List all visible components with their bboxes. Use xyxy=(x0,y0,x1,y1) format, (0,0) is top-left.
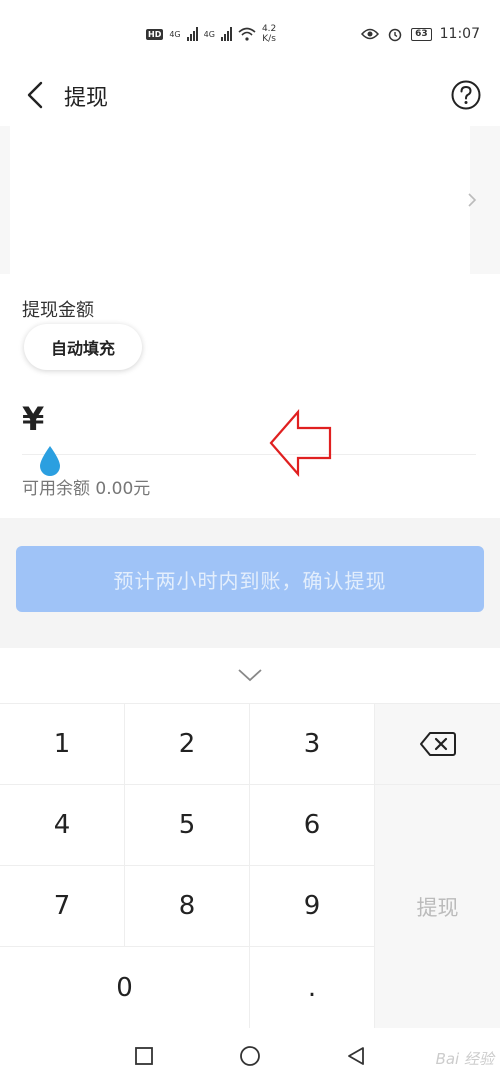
withdraw-account-card[interactable] xyxy=(10,126,470,274)
chevron-down-icon[interactable] xyxy=(236,666,264,684)
status-time: 11:07 xyxy=(439,26,480,42)
wifi-icon xyxy=(238,27,256,41)
net-type-2: 4G xyxy=(203,29,215,39)
amount-section: 提现金额 自动填充 ¥ 可用余额 0.00元 xyxy=(0,274,500,518)
status-bar: HD 4G 4G 4.2 K/s 63 11:07 xyxy=(0,0,500,70)
key-dot[interactable]: . xyxy=(250,947,374,1028)
key-2[interactable]: 2 xyxy=(125,704,249,784)
amount-label: 提现金额 xyxy=(22,300,94,321)
triangle-back-icon[interactable] xyxy=(344,1044,368,1068)
eye-icon xyxy=(361,28,380,40)
delete-key[interactable] xyxy=(375,704,500,784)
numeric-keypad: 1 2 3 4 5 6 7 8 9 提现 0 . xyxy=(0,704,500,1028)
confirm-withdraw-button[interactable]: 预计两小时内到账，确认提现 xyxy=(16,546,484,612)
chevron-left-icon[interactable] xyxy=(22,80,52,110)
circle-icon[interactable] xyxy=(238,1044,262,1068)
network-speed: 4.2 K/s xyxy=(262,24,276,44)
key-5[interactable]: 5 xyxy=(125,785,249,865)
autofill-button[interactable]: 自动填充 xyxy=(24,324,142,370)
alarm-icon xyxy=(388,28,402,42)
status-network-group: HD 4G 4G 4.2 K/s xyxy=(146,24,276,44)
status-right-group: 63 11:07 xyxy=(361,26,480,42)
available-balance: 可用余额 0.00元 xyxy=(22,479,151,499)
amount-input[interactable] xyxy=(66,402,466,446)
chevron-right-icon[interactable] xyxy=(466,192,478,208)
key-4[interactable]: 4 xyxy=(0,785,124,865)
key-3[interactable]: 3 xyxy=(250,704,374,784)
key-6[interactable]: 6 xyxy=(250,785,374,865)
annotation-arrow-icon xyxy=(269,409,332,477)
key-1[interactable]: 1 xyxy=(0,704,124,784)
amount-underline xyxy=(22,454,476,455)
submit-key[interactable]: 提现 xyxy=(375,785,500,1028)
keyboard-header xyxy=(0,648,500,704)
key-7[interactable]: 7 xyxy=(0,866,124,946)
key-9[interactable]: 9 xyxy=(250,866,374,946)
signal-icon-2 xyxy=(220,27,232,41)
battery-icon: 63 xyxy=(411,27,432,41)
account-card-area xyxy=(0,126,500,274)
backspace-icon xyxy=(419,732,456,756)
signal-icon xyxy=(186,27,198,41)
system-nav-bar: Bai 经验 xyxy=(0,1028,500,1084)
key-8[interactable]: 8 xyxy=(125,866,249,946)
currency-symbol: ¥ xyxy=(22,400,45,438)
text-cursor-handle-icon[interactable] xyxy=(36,444,64,478)
page-title: 提现 xyxy=(64,86,109,111)
square-icon[interactable] xyxy=(132,1044,156,1068)
app-header: 提现 xyxy=(0,70,500,126)
key-0[interactable]: 0 xyxy=(0,947,249,1028)
network-speed-unit: K/s xyxy=(262,34,276,44)
watermark: Bai 经验 xyxy=(435,1050,494,1068)
hd-badge: HD xyxy=(146,28,164,40)
network-speed-value: 4.2 xyxy=(261,24,277,34)
confirm-area: 预计两小时内到账，确认提现 xyxy=(0,518,500,648)
question-circle-icon[interactable] xyxy=(450,79,482,111)
net-type-1: 4G xyxy=(169,29,181,39)
